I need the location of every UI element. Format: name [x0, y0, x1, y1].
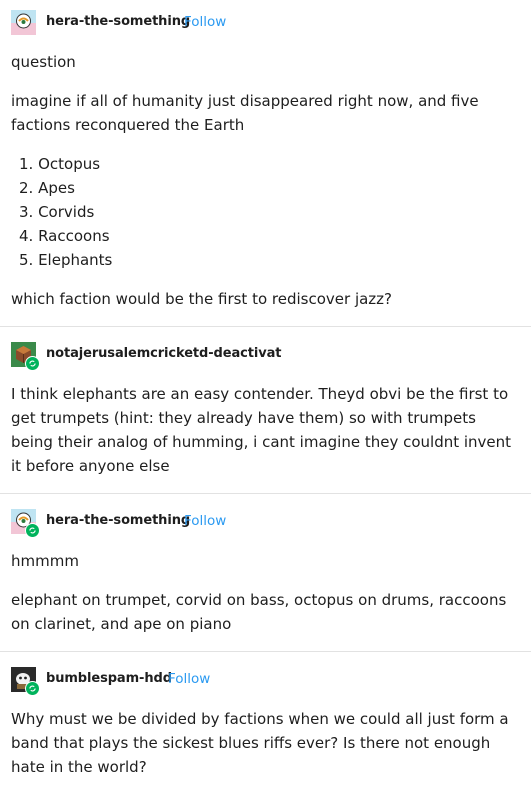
post-title: question [11, 53, 76, 71]
divider [0, 651, 531, 652]
avatar[interactable] [11, 342, 40, 371]
avatar[interactable] [11, 10, 36, 35]
avatar[interactable] [11, 667, 40, 696]
divider [0, 493, 531, 494]
list-item: 1. Octopus [19, 155, 101, 173]
avatar[interactable] [11, 509, 40, 538]
username[interactable]: hera-the-something [46, 14, 190, 29]
follow-button[interactable]: Follow [184, 14, 226, 30]
username[interactable]: bumblespam-hdd [46, 671, 172, 686]
username[interactable]: hera-the-something [46, 513, 190, 528]
follow-button[interactable]: Follow [168, 671, 210, 687]
username[interactable]: notajerusalemcricketd-deactivat [46, 346, 281, 361]
list-item: 5. Elephants [19, 251, 113, 269]
reblog-icon [25, 523, 40, 538]
follow-button[interactable]: Follow [184, 513, 226, 529]
faction-list: 1. Octopus 2. Apes 3. Corvids 4. Raccoon… [19, 152, 529, 272]
post-body: Why must we be divided by factions when … [11, 710, 509, 776]
post-line: hmmmm [11, 552, 79, 570]
post-question: which faction would be the first to redi… [11, 290, 393, 308]
list-item: 2. Apes [19, 179, 75, 197]
post-body: elephant on trumpet, corvid on bass, oct… [11, 591, 507, 633]
list-item: 3. Corvids [19, 203, 95, 221]
reblog-icon [25, 681, 40, 696]
reblog-icon [25, 356, 40, 371]
post-body: imagine if all of humanity just disappea… [11, 92, 479, 134]
divider [0, 326, 531, 327]
list-item: 4. Raccoons [19, 227, 110, 245]
post-body: I think elephants are an easy contender.… [11, 385, 512, 475]
